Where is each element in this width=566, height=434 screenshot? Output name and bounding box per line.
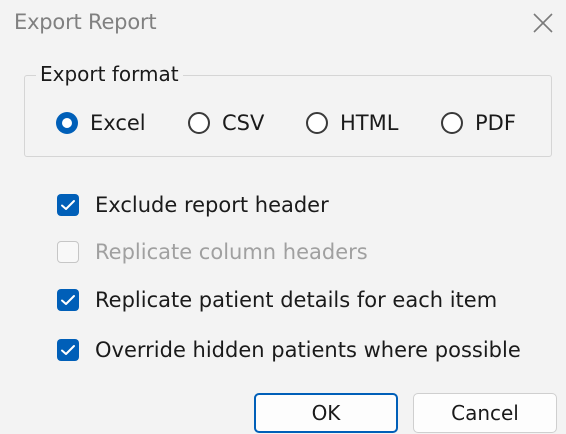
checkbox-exclude-report-header[interactable]: Exclude report header — [57, 190, 329, 220]
radio-excel[interactable]: Excel — [56, 108, 146, 138]
title-bar: Export Report — [0, 0, 566, 50]
radio-csv[interactable]: CSV — [188, 108, 264, 138]
radio-label-html: HTML — [340, 111, 399, 135]
radio-html[interactable]: HTML — [306, 108, 398, 138]
radio-label-csv: CSV — [222, 111, 265, 135]
export-report-dialog: Export Report Export format Excel CSV HT… — [0, 0, 566, 434]
radio-unselected-icon[interactable] — [441, 112, 463, 134]
checkbox-disabled-icon — [57, 241, 79, 263]
checkbox-override-hidden-patients[interactable]: Override hidden patients where possible — [57, 335, 521, 365]
cancel-button[interactable]: Cancel — [413, 393, 557, 433]
checkbox-label: Replicate patient details for each item — [95, 288, 498, 312]
dialog-title: Export Report — [14, 10, 157, 34]
radio-label-excel: Excel — [90, 111, 146, 135]
radio-selected-icon[interactable] — [56, 112, 78, 134]
close-icon — [533, 13, 553, 33]
radio-pdf[interactable]: PDF — [441, 108, 516, 138]
radio-unselected-icon[interactable] — [188, 112, 210, 134]
checkbox-checked-icon[interactable] — [57, 289, 79, 311]
export-format-legend: Export format — [36, 62, 183, 86]
checkbox-checked-icon[interactable] — [57, 194, 79, 216]
checkbox-label: Replicate column headers — [95, 240, 368, 264]
ok-button[interactable]: OK — [254, 393, 398, 433]
checkbox-label: Exclude report header — [95, 193, 329, 217]
radio-label-pdf: PDF — [475, 111, 516, 135]
checkbox-label: Override hidden patients where possible — [95, 338, 521, 362]
close-button[interactable] — [530, 10, 556, 36]
checkbox-replicate-patient-details[interactable]: Replicate patient details for each item — [57, 285, 497, 315]
checkbox-checked-icon[interactable] — [57, 339, 79, 361]
radio-unselected-icon[interactable] — [306, 112, 328, 134]
checkbox-replicate-column-headers: Replicate column headers — [57, 237, 368, 267]
